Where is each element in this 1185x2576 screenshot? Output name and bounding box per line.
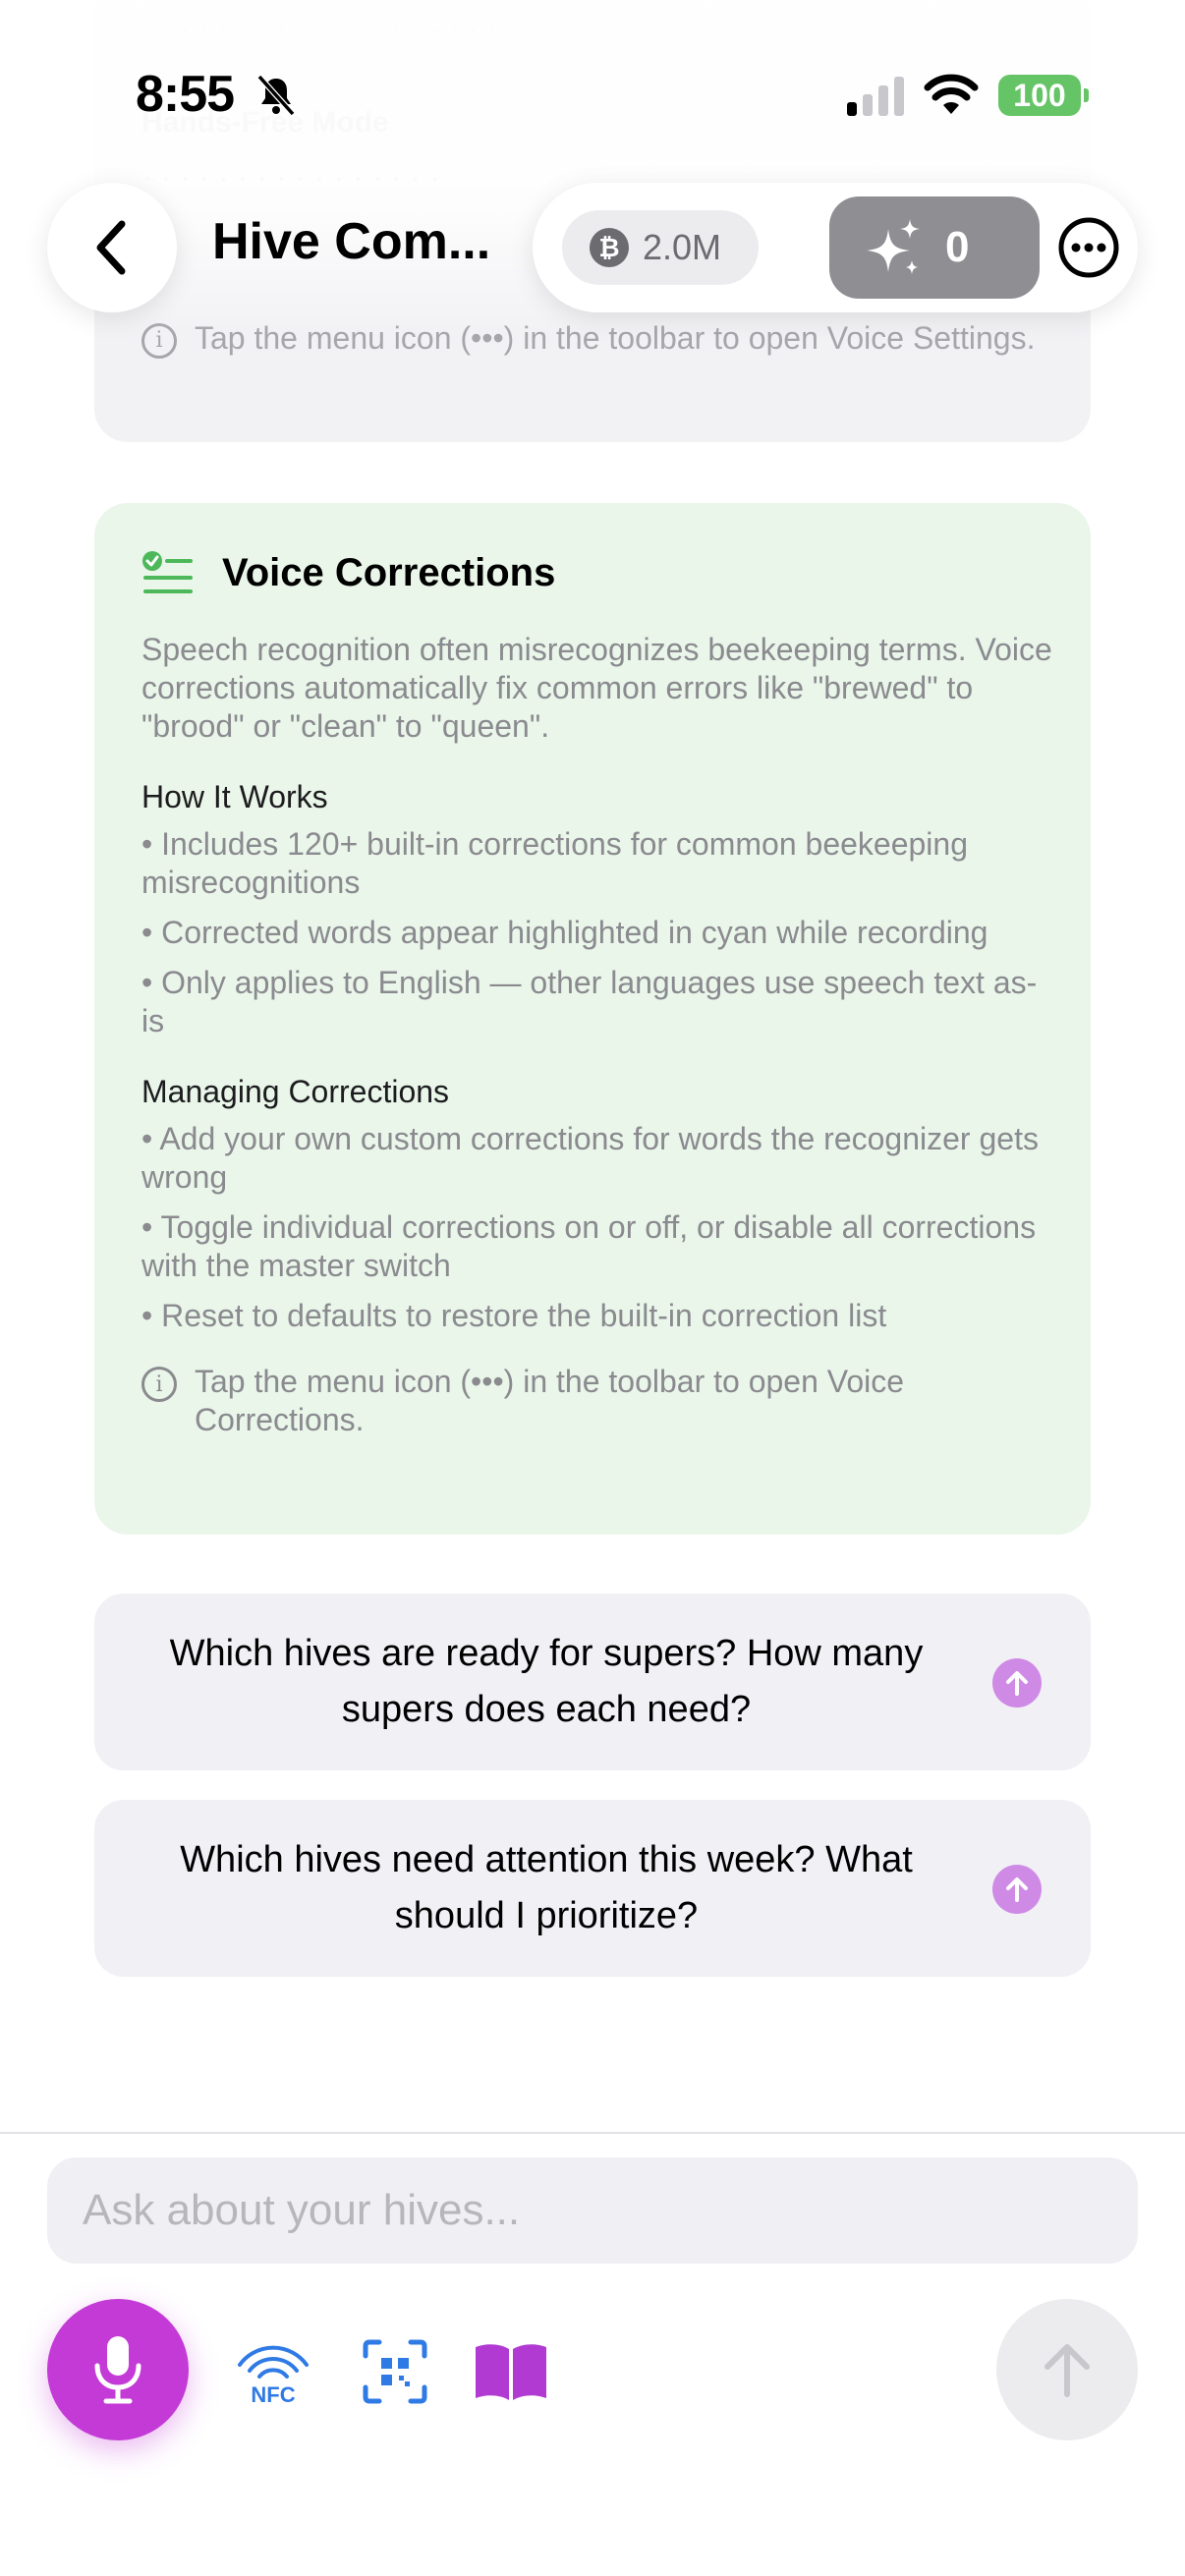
list-item: • Corrected words appear highlighted in … <box>141 915 988 950</box>
ellipsis-circle-icon <box>1058 217 1119 278</box>
suggestion-button[interactable]: Which hives need attention this week? Wh… <box>94 1800 1091 1977</box>
card-title: Voice Corrections <box>222 550 556 594</box>
how-it-works-heading: How It Works <box>141 779 328 814</box>
qr-scan-icon <box>363 2339 427 2404</box>
card-intro: Speech recognition often misrecognizes b… <box>141 632 1052 744</box>
ask-input[interactable] <box>47 2157 1138 2264</box>
list-item: • Toggle individual corrections on or of… <box>141 1209 1037 1283</box>
toolbar-pill: ₿ 2.0M 0 <box>533 183 1138 312</box>
guide-book-button[interactable] <box>470 2330 552 2413</box>
nfc-label: NFC <box>251 2382 295 2406</box>
sparkles-icon <box>867 219 920 274</box>
suggestion-text: Which hives need attention this week? Wh… <box>180 1839 913 1936</box>
signal-icon <box>847 77 904 116</box>
arrow-up-icon <box>1044 2344 1090 2397</box>
info-icon: i <box>141 1367 177 1402</box>
arrow-up-icon <box>992 1865 1042 1914</box>
sparkles-count: 0 <box>945 223 970 271</box>
list-item: • Reset to defaults to restore the built… <box>141 1298 887 1333</box>
status-time: 8:55 <box>136 66 235 123</box>
suggestion-text: Which hives are ready for supers? How ma… <box>169 1633 924 1730</box>
list-item: • Add your own custom corrections for wo… <box>141 1121 1039 1195</box>
bell-slash-icon <box>256 74 296 117</box>
battery-indicator: 100 <box>998 75 1089 116</box>
coin-balance-chip[interactable]: ₿ 2.0M <box>562 210 759 285</box>
list-item: • Only applies to English — other langua… <box>141 965 1038 1038</box>
card-body: Speech recognition often misrecognizes b… <box>141 631 1055 1439</box>
status-bar: 8:55 100 <box>0 0 1185 196</box>
card-header: Voice Corrections <box>141 550 555 595</box>
wifi-icon <box>924 74 979 114</box>
page-title: Hive Com... <box>212 213 491 270</box>
chevron-left-icon <box>96 220 126 275</box>
back-button[interactable] <box>47 183 177 312</box>
voice-corrections-hint: i Tap the menu icon (•••) in the toolbar… <box>141 1363 1055 1439</box>
send-button[interactable] <box>996 2299 1138 2440</box>
sparkles-button[interactable]: 0 <box>829 196 1040 299</box>
managing-corrections-heading: Managing Corrections <box>141 1074 450 1109</box>
voice-corrections-hint-text: Tap the menu icon (•••) in the toolbar t… <box>195 1364 905 1437</box>
qr-scan-button[interactable] <box>354 2330 436 2413</box>
more-menu-button[interactable] <box>1053 212 1124 283</box>
coin-icon: ₿ <box>590 228 629 267</box>
microphone-button[interactable] <box>47 2299 189 2440</box>
microphone-icon <box>94 2336 141 2404</box>
nfc-button[interactable]: NFC <box>232 2330 314 2413</box>
arrow-up-icon <box>992 1658 1042 1708</box>
nfc-icon: NFC <box>238 2345 309 2406</box>
list-item: • Includes 120+ built-in corrections for… <box>141 826 968 900</box>
coin-balance: 2.0M <box>643 227 722 267</box>
composer-divider <box>0 2132 1185 2134</box>
suggestion-button[interactable]: Which hives are ready for supers? How ma… <box>94 1594 1091 1770</box>
voice-corrections-card: Voice Corrections Speech recognition oft… <box>94 503 1091 1535</box>
checklist-icon <box>142 551 193 593</box>
book-icon <box>476 2344 546 2400</box>
